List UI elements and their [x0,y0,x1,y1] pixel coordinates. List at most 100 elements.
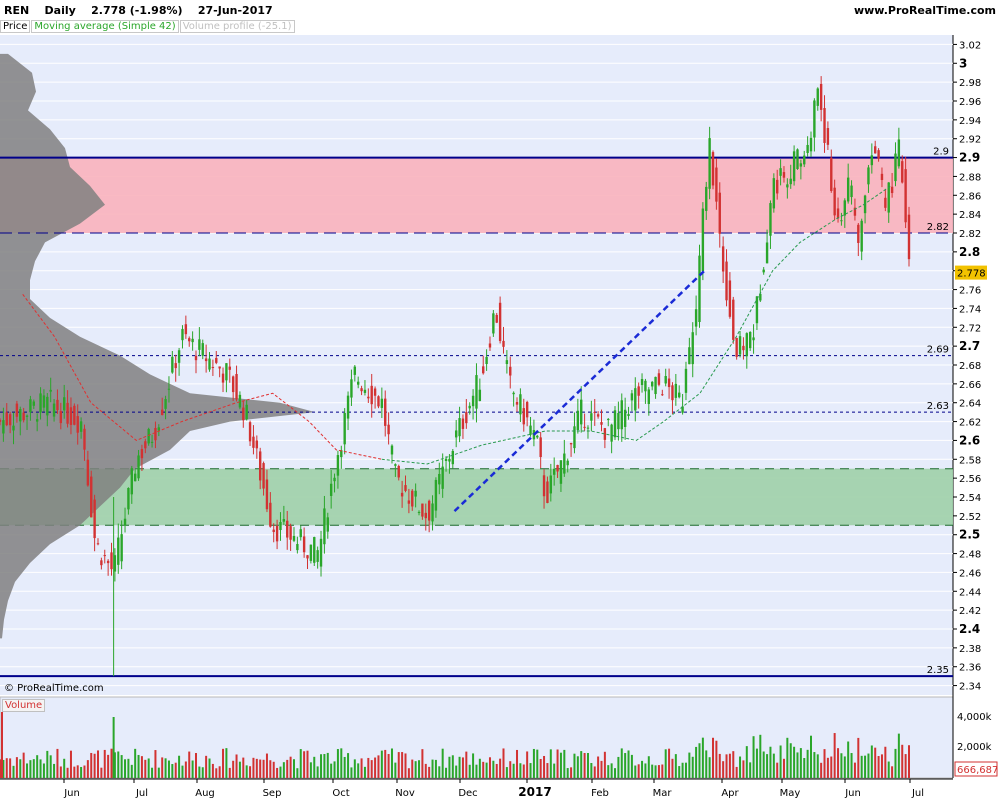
volume-bar [36,755,39,778]
legend-price[interactable]: Price [0,20,31,33]
candle-body [228,366,231,370]
volume-bar [573,753,576,778]
volume-bar [485,762,488,778]
volume-bar [728,753,731,778]
volume-bar [441,748,444,778]
volume-bar [637,764,640,778]
volume-bar [461,757,464,778]
volume-bar [374,757,377,778]
volume-bar [127,758,130,778]
candle-body [377,396,380,407]
candle-body [150,441,154,443]
volume-bar [529,763,532,778]
volume-bar [201,767,204,778]
candle-body [356,381,360,385]
volume-bar [411,759,414,778]
volume-bar [157,767,160,778]
volume-bar [96,750,99,778]
volume-bar [418,760,421,778]
volume-bar [110,748,113,778]
volume-bar [678,766,681,778]
volume-bar [0,759,1,778]
volume-bar [208,758,211,778]
volume-bar [316,766,319,778]
volume-bar [698,743,701,778]
candle-body [569,443,573,445]
candle-body [556,464,559,472]
volume-bar [536,749,539,778]
volume-bar [735,766,738,778]
volume-bar [63,758,66,778]
candle-body [840,220,843,222]
volume-bar [100,767,103,778]
candle-body [539,437,542,458]
volume-bar [188,751,191,778]
volume-bar [397,752,400,778]
copyright-label: © ProRealTime.com [4,683,104,694]
candle-body [684,368,688,393]
candle-body [221,373,225,383]
candle-body [306,555,309,559]
volume-bar [53,763,56,778]
candle-body [407,500,411,504]
volume-bar [434,759,437,778]
volume-bar [424,763,427,778]
candle-body [286,520,289,538]
volume-bar [654,765,657,778]
candle-body [127,488,130,510]
price-tick-label: 2.54 [959,493,981,504]
price-tick-label: 2.42 [959,606,981,617]
volume-bar [255,758,258,778]
candle-body [799,163,803,167]
candle-body [901,161,904,183]
price-tick-label: 2.36 [959,663,981,674]
legend-volume-profile[interactable]: Volume profile (-25.1) [179,20,295,33]
volume-bar [306,750,309,778]
volume-bar [76,765,79,778]
candle-body [245,404,248,420]
support-zone [0,468,953,526]
last-volume-label: 666,687 [957,765,998,776]
candle-body [29,399,32,413]
candle-body [96,543,100,545]
volume-bar [407,768,410,778]
volume-bar [164,758,167,778]
volume-bar [583,753,586,778]
candle-body [809,137,813,152]
candle-body [157,427,161,431]
price-tick-label: 2.76 [959,286,981,297]
volume-bar [566,768,569,778]
legend-moving-average[interactable]: Moving average (Simple 42) [31,20,179,33]
volume-bar [786,737,789,778]
candle-body [2,420,5,434]
candle-body [144,441,147,449]
volume-bar [830,756,833,778]
candle-body [181,329,184,341]
time-tick-label: Oct [332,788,349,799]
volume-bar [755,748,758,778]
candle-body [117,537,120,565]
candle-body [370,385,373,405]
volume-bar [796,752,799,778]
volume-bar [387,753,390,778]
volume-bar [360,758,363,778]
volume-bar [853,762,856,778]
price-change-label: 2.778 (-1.98%) [91,4,183,17]
volume-bar [722,761,725,778]
volume-bar [455,765,458,778]
candle-body [860,220,863,252]
volume-bar [627,750,630,778]
candle-body [509,366,512,376]
candle-body [613,410,617,438]
volume-bar [225,748,228,778]
candle-body [343,412,346,445]
price-tick-label: 2.92 [959,135,981,146]
volume-bar [850,753,853,778]
volume-bar [448,756,451,778]
candle-body [843,200,846,216]
volume-bar [465,751,468,778]
candle-body [269,502,272,527]
candle-body [211,366,215,368]
price-tick-label: 3.02 [959,40,981,51]
time-tick-label: May [780,788,801,799]
